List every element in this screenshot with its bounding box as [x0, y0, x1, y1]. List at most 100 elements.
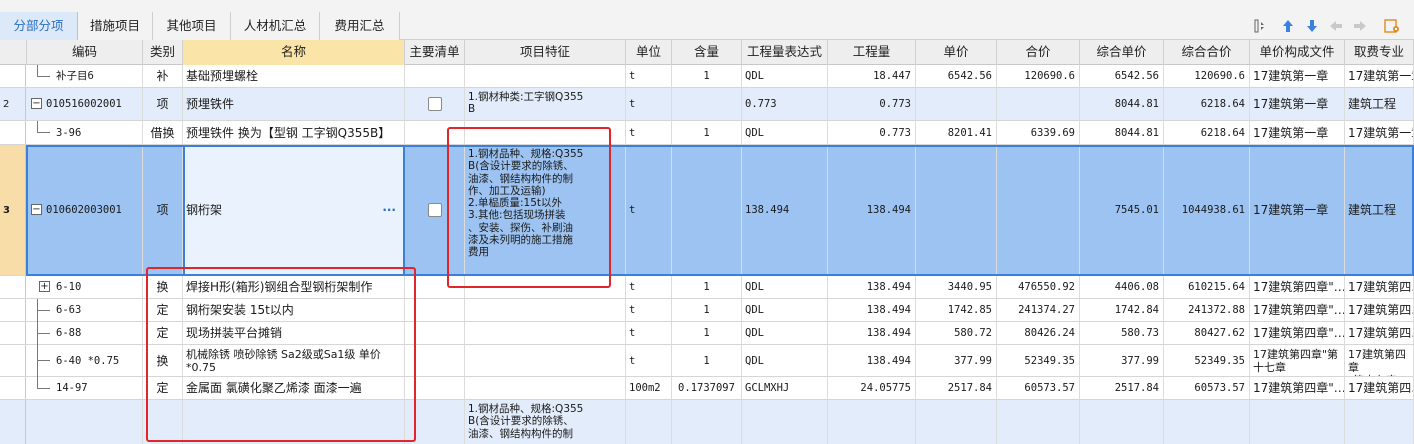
main-list-checkbox[interactable]	[427, 97, 442, 111]
cell-name[interactable]: 金属面 氯磺化聚乙烯漆 面漆一遍	[183, 377, 405, 399]
cell-name[interactable]: 钢桁架 ···	[183, 145, 405, 275]
cell-type[interactable]: 项	[143, 145, 183, 275]
cell-feature[interactable]	[465, 377, 626, 399]
tab-feiyong[interactable]: 费用汇总	[320, 12, 400, 40]
cell-unit-price[interactable]: 8201.41	[916, 121, 997, 144]
cell-quantity[interactable]: 0.773	[828, 88, 916, 120]
cell-unit-price[interactable]: 6542.56	[916, 65, 997, 87]
more-options-button[interactable]: ···	[382, 204, 396, 216]
cell-qty-ratio[interactable]	[672, 145, 742, 275]
tab-fenbu[interactable]: 分部分项	[0, 12, 78, 40]
table-row[interactable]: 补子目6 补 基础预埋螺栓 t 1 QDL 18.447 6542.56 120…	[0, 65, 1414, 88]
column-settings-icon[interactable]	[1250, 14, 1270, 38]
table-row[interactable]: 3-96 借换 预埋铁件 换为【型钢 工字钢Q355B】 t 1 QDL 0.7…	[0, 121, 1414, 145]
cell-quantity[interactable]: 138.494	[828, 345, 916, 376]
cell-expr[interactable]	[742, 400, 828, 444]
cell-expr[interactable]: QDL	[742, 299, 828, 321]
cell-code[interactable]: 6-10	[53, 276, 143, 298]
cell-qty-ratio[interactable]: 0.1737097	[672, 377, 742, 399]
cell-code[interactable]: 6-40 *0.75	[53, 345, 143, 376]
tab-rencaiji[interactable]: 人材机汇总	[231, 12, 320, 40]
cell-expr[interactable]: QDL	[742, 322, 828, 344]
cell-feature[interactable]: 1.钢材品种、规格:Q355 B(含设计要求的除锈、 油漆、钢结构构件的制	[465, 400, 626, 444]
cell-feature[interactable]	[465, 121, 626, 144]
cell-qty-ratio[interactable]	[672, 400, 742, 444]
cell-main-list[interactable]	[405, 322, 465, 344]
tab-cuoshi[interactable]: 措施项目	[78, 12, 153, 40]
cell-feature[interactable]: 1.钢材品种、规格:Q355 B(含设计要求的除锈、 油漆、钢结构构件的制 作、…	[465, 145, 626, 275]
cell-type[interactable]: 补	[143, 65, 183, 87]
header-comp-total[interactable]: 综合合价	[1164, 40, 1250, 65]
cell-price-file[interactable]: 17建筑第四章"…	[1250, 322, 1345, 344]
cell-feature[interactable]	[465, 276, 626, 298]
expand-toggle-icon[interactable]: +	[39, 281, 50, 292]
header-code[interactable]: 编码	[27, 40, 143, 65]
cell-unit[interactable]: t	[626, 145, 672, 275]
cell-major[interactable]: 建筑工程	[1345, 88, 1414, 120]
cell-qty-ratio[interactable]: 1	[672, 322, 742, 344]
table-row[interactable]: 6-88 定 现场拼装平台摊销 t 1 QDL 138.494 580.72 8…	[0, 322, 1414, 345]
cell-main-list[interactable]	[405, 276, 465, 298]
header-price-file[interactable]: 单价构成文件	[1250, 40, 1345, 65]
cell-unit[interactable]: t	[626, 276, 672, 298]
cell-quantity[interactable]: 138.494	[828, 299, 916, 321]
cell-qty-ratio[interactable]: 1	[672, 345, 742, 376]
cell-code[interactable]: 6-63	[53, 299, 143, 321]
cell-feature[interactable]: 1.钢材种类:工字钢Q355 B	[465, 88, 626, 120]
cell-expr[interactable]: QDL	[742, 345, 828, 376]
cell-quantity[interactable]: 138.494	[828, 145, 916, 275]
cell-qty-ratio[interactable]: 1	[672, 276, 742, 298]
cell-main-list[interactable]	[405, 121, 465, 144]
settings-icon[interactable]	[1382, 14, 1402, 38]
table-row[interactable]: + 6-10 换 焊接H形(箱形)钢组合型钢桁架制作 t 1 QDL 138.4…	[0, 276, 1414, 299]
header-expr[interactable]: 工程量表达式	[742, 40, 828, 65]
cell-major[interactable]: 17建筑第一章	[1345, 65, 1414, 87]
cell-code[interactable]: 3-96	[53, 121, 143, 144]
tab-qita[interactable]: 其他项目	[153, 12, 231, 40]
cell-unit[interactable]: t	[626, 65, 672, 87]
table-row[interactable]: 6-63 定 钢桁架安装 15t以内 t 1 QDL 138.494 1742.…	[0, 299, 1414, 322]
cell-qty-ratio[interactable]: 1	[672, 65, 742, 87]
cell-quantity[interactable]: 24.05775	[828, 377, 916, 399]
header-major[interactable]: 取费专业	[1345, 40, 1414, 65]
cell-name[interactable]: 基础预埋螺栓	[183, 65, 405, 87]
cell-code[interactable]: 010516002001	[43, 88, 143, 120]
cell-major[interactable]: 17建筑第四…	[1345, 377, 1414, 399]
cell-price-file[interactable]: 17建筑第四章"…	[1250, 299, 1345, 321]
header-quantity[interactable]: 工程量	[828, 40, 916, 65]
header-unit[interactable]: 单位	[626, 40, 672, 65]
table-row[interactable]: 1.钢材品种、规格:Q355 B(含设计要求的除锈、 油漆、钢结构构件的制	[0, 400, 1414, 444]
cell-price-file[interactable]: 17建筑第一章	[1250, 145, 1345, 275]
cell-major[interactable]	[1345, 400, 1414, 444]
cell-name[interactable]: 现场拼装平台摊销	[183, 322, 405, 344]
cell-expr[interactable]: 0.773	[742, 88, 828, 120]
cell-unit-price[interactable]: 1742.85	[916, 299, 997, 321]
main-list-checkbox[interactable]	[427, 203, 442, 217]
move-up-icon[interactable]	[1278, 14, 1298, 38]
cell-name[interactable]: 钢桁架安装 15t以内	[183, 299, 405, 321]
move-down-icon[interactable]	[1302, 14, 1322, 38]
cell-unit[interactable]: t	[626, 121, 672, 144]
cell-unit[interactable]: t	[626, 299, 672, 321]
cell-feature[interactable]	[465, 345, 626, 376]
cell-name[interactable]: 机械除锈 喷砂除锈 Sa2级或Sa1级 单价 *0.75	[183, 345, 405, 376]
cell-unit-price[interactable]: 3440.95	[916, 276, 997, 298]
cell-expr[interactable]: GCLMXHJ	[742, 377, 828, 399]
cell-feature[interactable]	[465, 299, 626, 321]
cell-major[interactable]: 建筑工程	[1345, 145, 1414, 275]
cell-major[interactable]: 17建筑第四…	[1345, 276, 1414, 298]
cell-price-file[interactable]	[1250, 400, 1345, 444]
collapse-toggle-icon[interactable]: −	[31, 204, 42, 215]
cell-major[interactable]: 17建筑第一章	[1345, 121, 1414, 144]
cell-main-list[interactable]	[405, 299, 465, 321]
header-feature[interactable]: 项目特征	[465, 40, 626, 65]
cell-code[interactable]	[43, 400, 143, 444]
cell-expr[interactable]: QDL	[742, 276, 828, 298]
header-comp-price[interactable]: 综合单价	[1080, 40, 1164, 65]
cell-price-file[interactable]: 17建筑第一章	[1250, 88, 1345, 120]
cell-type[interactable]	[143, 400, 183, 444]
cell-name[interactable]: 焊接H形(箱形)钢组合型钢桁架制作	[183, 276, 405, 298]
cell-unit-price[interactable]: 580.72	[916, 322, 997, 344]
cell-price-file[interactable]: 17建筑第一章	[1250, 121, 1345, 144]
cell-code[interactable]: 010602003001	[43, 145, 143, 275]
